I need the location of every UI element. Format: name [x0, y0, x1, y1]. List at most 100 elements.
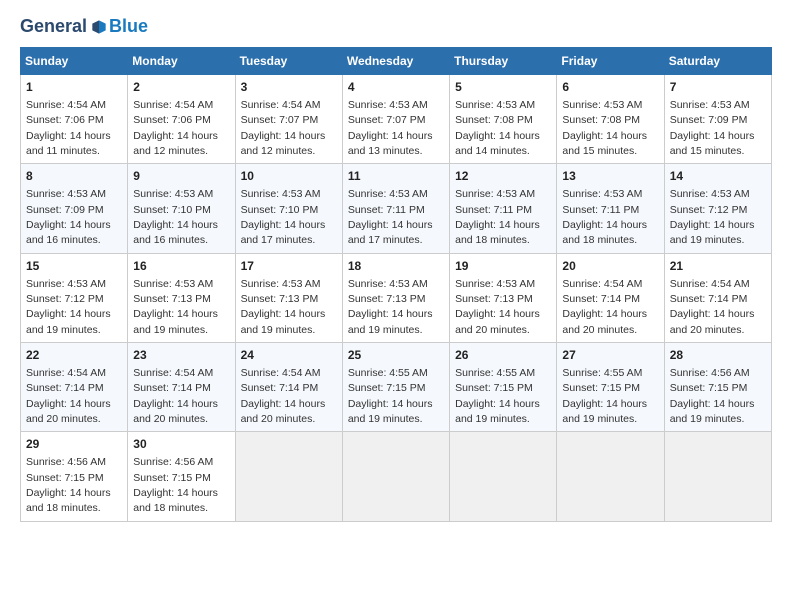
calendar-cell: 19 Sunrise: 4:53 AMSunset: 7:13 PMDaylig… [450, 253, 557, 342]
calendar-cell: 13 Sunrise: 4:53 AMSunset: 7:11 PMDaylig… [557, 164, 664, 253]
day-info: Sunrise: 4:53 AMSunset: 7:11 PMDaylight:… [562, 188, 647, 246]
calendar-cell: 3 Sunrise: 4:54 AMSunset: 7:07 PMDayligh… [235, 75, 342, 164]
day-number: 23 [133, 347, 229, 364]
calendar-cell: 17 Sunrise: 4:53 AMSunset: 7:13 PMDaylig… [235, 253, 342, 342]
calendar-cell: 29 Sunrise: 4:56 AMSunset: 7:15 PMDaylig… [21, 432, 128, 521]
calendar-cell: 8 Sunrise: 4:53 AMSunset: 7:09 PMDayligh… [21, 164, 128, 253]
day-info: Sunrise: 4:54 AMSunset: 7:07 PMDaylight:… [241, 99, 326, 157]
day-info: Sunrise: 4:53 AMSunset: 7:07 PMDaylight:… [348, 99, 433, 157]
calendar-cell: 28 Sunrise: 4:56 AMSunset: 7:15 PMDaylig… [664, 343, 771, 432]
day-info: Sunrise: 4:53 AMSunset: 7:09 PMDaylight:… [670, 99, 755, 157]
day-info: Sunrise: 4:53 AMSunset: 7:13 PMDaylight:… [455, 278, 540, 336]
day-number: 17 [241, 258, 337, 275]
logo: General Blue [20, 16, 148, 37]
page: General Blue SundayMondayTuesdayWednesda… [0, 0, 792, 612]
calendar-cell: 10 Sunrise: 4:53 AMSunset: 7:10 PMDaylig… [235, 164, 342, 253]
day-of-week-header: Tuesday [235, 48, 342, 75]
calendar-cell: 5 Sunrise: 4:53 AMSunset: 7:08 PMDayligh… [450, 75, 557, 164]
calendar-cell [342, 432, 449, 521]
calendar-cell: 11 Sunrise: 4:53 AMSunset: 7:11 PMDaylig… [342, 164, 449, 253]
day-of-week-header: Friday [557, 48, 664, 75]
calendar-cell: 2 Sunrise: 4:54 AMSunset: 7:06 PMDayligh… [128, 75, 235, 164]
day-info: Sunrise: 4:53 AMSunset: 7:11 PMDaylight:… [455, 188, 540, 246]
header: General Blue [20, 16, 772, 37]
calendar-cell: 6 Sunrise: 4:53 AMSunset: 7:08 PMDayligh… [557, 75, 664, 164]
calendar-cell: 16 Sunrise: 4:53 AMSunset: 7:13 PMDaylig… [128, 253, 235, 342]
day-of-week-header: Saturday [664, 48, 771, 75]
day-info: Sunrise: 4:54 AMSunset: 7:14 PMDaylight:… [241, 367, 326, 425]
calendar-cell: 26 Sunrise: 4:55 AMSunset: 7:15 PMDaylig… [450, 343, 557, 432]
day-number: 29 [26, 436, 122, 453]
day-number: 20 [562, 258, 658, 275]
day-info: Sunrise: 4:54 AMSunset: 7:14 PMDaylight:… [26, 367, 111, 425]
calendar-cell: 30 Sunrise: 4:56 AMSunset: 7:15 PMDaylig… [128, 432, 235, 521]
calendar-cell: 23 Sunrise: 4:54 AMSunset: 7:14 PMDaylig… [128, 343, 235, 432]
day-number: 19 [455, 258, 551, 275]
calendar-cell [557, 432, 664, 521]
day-number: 30 [133, 436, 229, 453]
day-info: Sunrise: 4:56 AMSunset: 7:15 PMDaylight:… [26, 456, 111, 514]
calendar-cell: 25 Sunrise: 4:55 AMSunset: 7:15 PMDaylig… [342, 343, 449, 432]
day-number: 18 [348, 258, 444, 275]
logo-icon [89, 17, 109, 37]
day-number: 26 [455, 347, 551, 364]
day-info: Sunrise: 4:53 AMSunset: 7:12 PMDaylight:… [670, 188, 755, 246]
day-info: Sunrise: 4:53 AMSunset: 7:09 PMDaylight:… [26, 188, 111, 246]
day-number: 14 [670, 168, 766, 185]
calendar-cell: 12 Sunrise: 4:53 AMSunset: 7:11 PMDaylig… [450, 164, 557, 253]
day-number: 1 [26, 79, 122, 96]
calendar-cell [664, 432, 771, 521]
day-info: Sunrise: 4:53 AMSunset: 7:10 PMDaylight:… [241, 188, 326, 246]
day-info: Sunrise: 4:56 AMSunset: 7:15 PMDaylight:… [133, 456, 218, 514]
day-number: 6 [562, 79, 658, 96]
calendar-cell: 7 Sunrise: 4:53 AMSunset: 7:09 PMDayligh… [664, 75, 771, 164]
calendar-cell: 18 Sunrise: 4:53 AMSunset: 7:13 PMDaylig… [342, 253, 449, 342]
day-of-week-header: Wednesday [342, 48, 449, 75]
day-info: Sunrise: 4:53 AMSunset: 7:10 PMDaylight:… [133, 188, 218, 246]
day-number: 9 [133, 168, 229, 185]
day-info: Sunrise: 4:53 AMSunset: 7:13 PMDaylight:… [348, 278, 433, 336]
calendar-cell: 1 Sunrise: 4:54 AMSunset: 7:06 PMDayligh… [21, 75, 128, 164]
day-number: 4 [348, 79, 444, 96]
calendar-cell: 22 Sunrise: 4:54 AMSunset: 7:14 PMDaylig… [21, 343, 128, 432]
day-number: 27 [562, 347, 658, 364]
day-of-week-header: Thursday [450, 48, 557, 75]
day-info: Sunrise: 4:55 AMSunset: 7:15 PMDaylight:… [348, 367, 433, 425]
day-info: Sunrise: 4:53 AMSunset: 7:13 PMDaylight:… [241, 278, 326, 336]
day-of-week-header: Sunday [21, 48, 128, 75]
day-of-week-header: Monday [128, 48, 235, 75]
logo-general-text: General [20, 16, 87, 37]
day-number: 10 [241, 168, 337, 185]
day-number: 8 [26, 168, 122, 185]
day-number: 12 [455, 168, 551, 185]
day-info: Sunrise: 4:54 AMSunset: 7:06 PMDaylight:… [26, 99, 111, 157]
calendar-cell: 20 Sunrise: 4:54 AMSunset: 7:14 PMDaylig… [557, 253, 664, 342]
day-number: 3 [241, 79, 337, 96]
calendar-table: SundayMondayTuesdayWednesdayThursdayFrid… [20, 47, 772, 522]
calendar-cell [235, 432, 342, 521]
logo-blue-text: Blue [109, 16, 148, 37]
day-number: 15 [26, 258, 122, 275]
day-number: 24 [241, 347, 337, 364]
calendar-cell: 27 Sunrise: 4:55 AMSunset: 7:15 PMDaylig… [557, 343, 664, 432]
day-number: 21 [670, 258, 766, 275]
day-number: 22 [26, 347, 122, 364]
calendar-cell: 21 Sunrise: 4:54 AMSunset: 7:14 PMDaylig… [664, 253, 771, 342]
calendar-cell [450, 432, 557, 521]
calendar-cell: 4 Sunrise: 4:53 AMSunset: 7:07 PMDayligh… [342, 75, 449, 164]
day-number: 2 [133, 79, 229, 96]
day-number: 5 [455, 79, 551, 96]
day-info: Sunrise: 4:54 AMSunset: 7:14 PMDaylight:… [562, 278, 647, 336]
day-info: Sunrise: 4:53 AMSunset: 7:08 PMDaylight:… [455, 99, 540, 157]
day-info: Sunrise: 4:53 AMSunset: 7:11 PMDaylight:… [348, 188, 433, 246]
day-number: 13 [562, 168, 658, 185]
day-number: 16 [133, 258, 229, 275]
day-info: Sunrise: 4:56 AMSunset: 7:15 PMDaylight:… [670, 367, 755, 425]
day-info: Sunrise: 4:55 AMSunset: 7:15 PMDaylight:… [562, 367, 647, 425]
day-number: 11 [348, 168, 444, 185]
day-number: 25 [348, 347, 444, 364]
calendar-cell: 9 Sunrise: 4:53 AMSunset: 7:10 PMDayligh… [128, 164, 235, 253]
calendar-cell: 15 Sunrise: 4:53 AMSunset: 7:12 PMDaylig… [21, 253, 128, 342]
day-info: Sunrise: 4:53 AMSunset: 7:13 PMDaylight:… [133, 278, 218, 336]
day-info: Sunrise: 4:54 AMSunset: 7:14 PMDaylight:… [133, 367, 218, 425]
